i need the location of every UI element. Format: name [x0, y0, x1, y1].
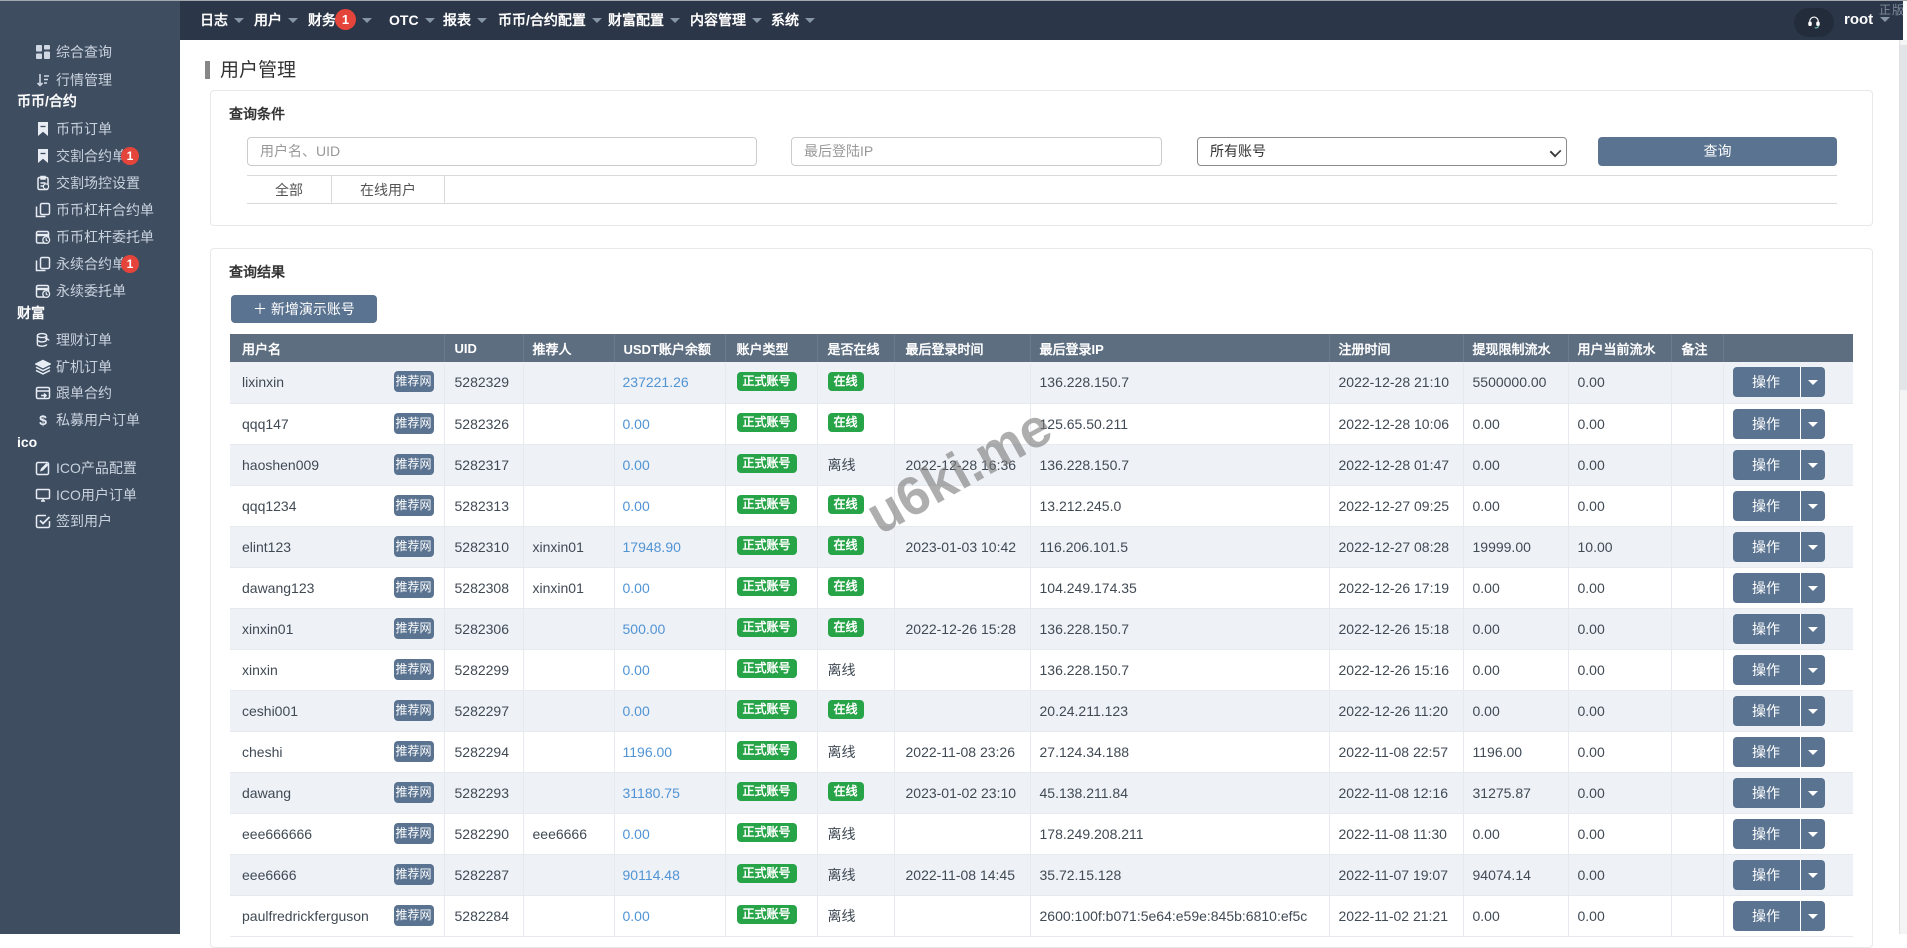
svg-text:$: $ [39, 412, 47, 428]
